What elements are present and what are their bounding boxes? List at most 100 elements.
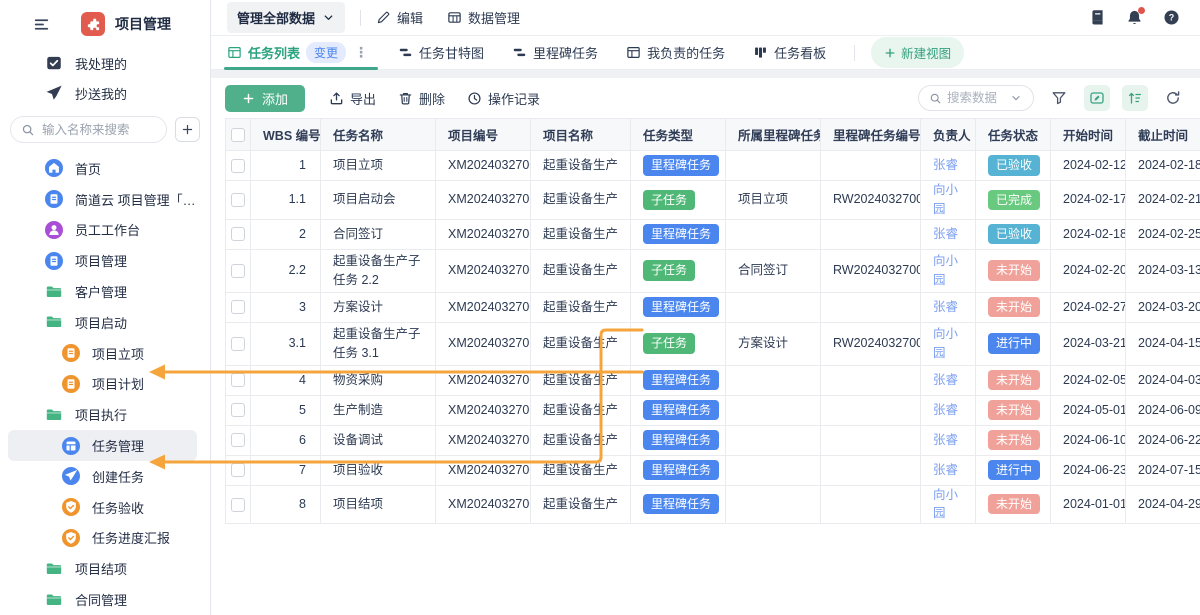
tab-任务甘特图[interactable]: 任务甘特图 (398, 36, 484, 69)
task-name-cell: 方案设计 (321, 292, 436, 322)
sidebar-item-项目立项[interactable]: 项目立项 (8, 338, 197, 369)
row-checkbox[interactable] (231, 498, 245, 512)
row-checkbox[interactable] (231, 264, 245, 278)
column-header-负责人[interactable]: 负责人 (921, 119, 976, 151)
table-row-3[interactable]: 3方案设计XM20240327001起重设备生产里程碑任务张睿未开始2024-0… (226, 292, 1200, 322)
column-header-里程碑任务编号[interactable]: 里程碑任务编号 (821, 119, 921, 151)
column-header-开始时间[interactable]: 开始时间 (1051, 119, 1126, 151)
select-all-checkbox-cell[interactable] (226, 119, 251, 151)
owner-link[interactable]: 张睿 (933, 227, 958, 241)
column-header-项目名称[interactable]: 项目名称 (531, 119, 631, 151)
table-row-8[interactable]: 8项目结项XM20240327001起重设备生产里程碑任务向小园未开始2024-… (226, 485, 1200, 524)
table-row-6[interactable]: 6设备调试XM20240327001起重设备生产里程碑任务张睿未开始2024-0… (226, 425, 1200, 455)
add-button[interactable]: 添加 (225, 85, 305, 112)
sidebar-item-员工工作台[interactable]: 员工工作台 (8, 215, 197, 246)
edit-button[interactable]: 编辑 (376, 8, 423, 27)
column-header-任务名称[interactable]: 任务名称 (321, 119, 436, 151)
sidebar-utility-抄送我的[interactable]: 抄送我的 (8, 78, 197, 108)
tab-change-badge[interactable]: 变更 (306, 42, 346, 63)
project-no-cell: XM20240327001 (436, 425, 531, 455)
data-manage-button[interactable]: 数据管理 (447, 8, 520, 27)
row-checkbox[interactable] (231, 373, 245, 387)
table-row-7[interactable]: 7项目验收XM20240327001起重设备生产里程碑任务张睿进行中2024-0… (226, 455, 1200, 485)
owner-link[interactable]: 张睿 (933, 300, 958, 314)
collapse-sidebar-icon[interactable] (33, 16, 50, 33)
refresh-button[interactable] (1160, 85, 1186, 111)
owner-link[interactable]: 张睿 (933, 433, 958, 447)
sidebar-item-项目结项[interactable]: 项目结项 (8, 553, 197, 584)
status-badge: 已验收 (988, 224, 1040, 244)
table-row-2[interactable]: 2合同签订XM20240327001起重设备生产里程碑任务张睿已验收2024-0… (226, 219, 1200, 249)
table-row-5[interactable]: 5生产制造XM20240327001起重设备生产里程碑任务张睿未开始2024-0… (226, 395, 1200, 425)
owner-link[interactable]: 向小园 (933, 183, 958, 216)
sidebar-item-项目执行[interactable]: 项目执行 (8, 399, 197, 430)
help-question-icon[interactable]: ? (1163, 9, 1180, 26)
table-row-4[interactable]: 4物资采购XM20240327001起重设备生产里程碑任务张睿未开始2024-0… (226, 365, 1200, 395)
manual-book-icon[interactable] (1089, 9, 1106, 26)
delete-button[interactable]: 删除 (398, 89, 445, 108)
sidebar-utility-我处理的[interactable]: 我处理的 (8, 48, 197, 78)
sidebar-item-合同管理[interactable]: 合同管理 (8, 584, 197, 615)
table-search-field[interactable] (947, 91, 1005, 105)
sidebar-item-任务管理[interactable]: 任务管理 (8, 430, 197, 461)
sidebar-search-input[interactable] (10, 116, 167, 143)
sidebar-item-项目计划[interactable]: 项目计划 (8, 369, 197, 400)
column-header-WBS 编号[interactable]: WBS 编号↑ (251, 119, 321, 151)
owner-link[interactable]: 张睿 (933, 158, 958, 172)
sidebar-item-任务进度汇报[interactable]: 任务进度汇报 (8, 523, 197, 554)
add-app-button[interactable] (175, 117, 200, 142)
sidebar-item-任务验收[interactable]: 任务验收 (8, 492, 197, 523)
owner-link[interactable]: 向小园 (933, 488, 958, 521)
select-all-checkbox[interactable] (231, 128, 245, 142)
notification-bell-icon[interactable] (1126, 9, 1143, 26)
column-header-任务类型[interactable]: 任务类型 (631, 119, 726, 151)
row-checkbox[interactable] (231, 227, 245, 241)
owner-link[interactable]: 张睿 (933, 463, 958, 477)
sidebar-item-首页[interactable]: 首页 (8, 153, 197, 184)
end-date-cell: 2024-04-03 (1126, 365, 1200, 395)
sidebar-item-项目启动[interactable]: 项目启动 (8, 307, 197, 338)
status-badge: 未开始 (988, 430, 1040, 450)
table-row-2.2[interactable]: 2.2起重设备生产子任务 2.2XM20240327001起重设备生产子任务合同… (226, 249, 1200, 292)
owner-link[interactable]: 张睿 (933, 373, 958, 387)
task-type-badge: 子任务 (643, 190, 695, 210)
data-scope-button[interactable]: 管理全部数据 (227, 2, 345, 33)
sidebar-item-简道云 项目管理「使用说明」[interactable]: 简道云 项目管理「使用说明」 (8, 184, 197, 215)
column-header-截止时间[interactable]: 截止时间 (1126, 119, 1200, 151)
column-header-项目编号[interactable]: 项目编号 (436, 119, 531, 151)
sidebar-item-项目管理[interactable]: 项目管理 (8, 245, 197, 276)
row-checkbox[interactable] (231, 433, 245, 447)
new-view-button[interactable]: 新建视图 (871, 37, 964, 68)
row-checkbox[interactable] (231, 463, 245, 477)
sidebar-item-客户管理[interactable]: 客户管理 (8, 276, 197, 307)
tab-more-icon[interactable]: ⋮ (352, 44, 370, 61)
end-date-cell: 2024-07-15 (1126, 455, 1200, 485)
operation-history-button[interactable]: 操作记录 (467, 89, 540, 108)
tab-里程碑任务[interactable]: 里程碑任务 (512, 36, 598, 69)
export-button[interactable]: 导出 (329, 89, 376, 108)
column-header-所属里程碑任务[interactable]: 所属里程碑任务 (726, 119, 821, 151)
table-row-3.1[interactable]: 3.1起重设备生产子任务 3.1XM20240327001起重设备生产子任务方案… (226, 322, 1200, 365)
sidebar-item-创建任务[interactable]: 创建任务 (8, 461, 197, 492)
row-checkbox[interactable] (231, 337, 245, 351)
tab-任务列表[interactable]: 任务列表变更⋮ (227, 36, 370, 69)
row-checkbox[interactable] (231, 403, 245, 417)
row-checkbox[interactable] (231, 159, 245, 173)
project-name-cell: 起重设备生产 (531, 249, 631, 292)
inbox-icon (45, 54, 63, 72)
table-row-1.1[interactable]: 1.1项目启动会XM20240327001起重设备生产子任务项目立项RW2024… (226, 181, 1200, 220)
owner-link[interactable]: 张睿 (933, 403, 958, 417)
owner-link[interactable]: 向小园 (933, 254, 958, 287)
table-search-input[interactable] (918, 85, 1034, 111)
display-settings-button[interactable] (1084, 85, 1110, 111)
sort-level-button[interactable] (1122, 85, 1148, 111)
row-checkbox[interactable] (231, 193, 245, 207)
tab-任务看板[interactable]: 任务看板 (753, 36, 826, 69)
owner-link[interactable]: 向小园 (933, 327, 958, 360)
column-header-任务状态[interactable]: 任务状态 (976, 119, 1051, 151)
filter-button[interactable] (1046, 85, 1072, 111)
tab-我负责的任务[interactable]: 我负责的任务 (626, 36, 725, 69)
table-row-1[interactable]: 1项目立项XM20240327001起重设备生产里程碑任务张睿已验收2024-0… (226, 151, 1200, 181)
sidebar-search-field[interactable] (42, 123, 142, 137)
row-checkbox[interactable] (231, 300, 245, 314)
